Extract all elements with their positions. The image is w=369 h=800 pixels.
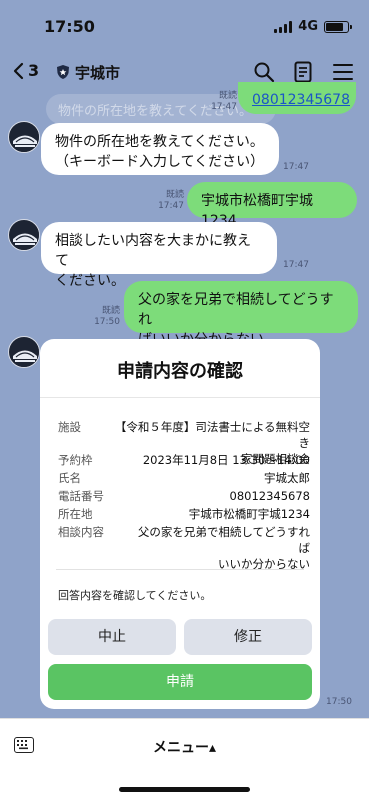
message-line: 物件の所在地を教えてください。 xyxy=(55,134,264,150)
submit-button[interactable]: 申請 xyxy=(48,664,312,700)
read-receipt: 既読 xyxy=(165,190,184,200)
menu-toggle[interactable]: メニュー▴ xyxy=(0,737,369,757)
back-count: 3 xyxy=(28,61,40,80)
message-line: 父の家を兄弟で相続してどうすれ xyxy=(138,292,334,328)
detail-row-location: 所在地 宇城市松橋町宇城1234 xyxy=(58,506,310,522)
incoming-bubble: 相談したい内容を大まかに教えて ください。 xyxy=(41,222,277,289)
message-meta: 既読 17:50 xyxy=(94,306,120,328)
detail-value-line: 【令和５年度】司法書士による無料空き xyxy=(114,420,310,450)
detail-label: 施設 xyxy=(58,420,81,434)
city-logo-icon xyxy=(10,123,39,152)
back-button[interactable]: 3 xyxy=(12,61,39,80)
search-icon[interactable] xyxy=(253,61,275,83)
message-meta: 既読 17:47 xyxy=(205,91,237,113)
avatar[interactable] xyxy=(8,336,40,368)
read-receipt: 既読 xyxy=(101,306,120,316)
message-time: 17:50 xyxy=(94,317,120,327)
signal-icon xyxy=(274,20,293,33)
read-receipt: 既読 xyxy=(218,91,237,101)
shield-icon xyxy=(57,65,69,79)
network-type: 4G xyxy=(298,19,318,34)
battery-icon xyxy=(324,20,352,33)
detail-label: 予約枠 xyxy=(58,453,93,467)
hamburger-menu-icon[interactable] xyxy=(333,63,353,81)
divider xyxy=(56,569,304,570)
notes-icon[interactable] xyxy=(294,61,312,83)
message-time: 17:47 xyxy=(283,162,309,172)
detail-value-line: 父の家を兄弟で相続してどうすれば xyxy=(137,525,310,555)
message-meta: 既読 17:47 xyxy=(156,190,184,212)
message-time: 17:50 xyxy=(326,697,352,707)
chevron-left-icon xyxy=(13,62,24,79)
detail-label: 相談内容 xyxy=(58,525,104,539)
status-bar: 17:50 4G xyxy=(0,0,369,50)
incoming-bubble: 物件の所在地を教えてください。 （キーボード入力してください） xyxy=(41,123,279,175)
bottom-bar: メニュー▴ xyxy=(0,718,369,800)
divider xyxy=(40,397,320,398)
avatar[interactable] xyxy=(8,219,40,251)
detail-label: 所在地 xyxy=(58,507,93,521)
message-time: 17:47 xyxy=(283,260,309,270)
message-time: 17:47 xyxy=(158,201,184,211)
avatar[interactable] xyxy=(8,121,40,153)
confirmation-card: 申請内容の確認 施設 【令和５年度】司法書士による無料空き 家問題相談会 予約枠… xyxy=(40,339,320,709)
detail-row-name: 氏名 宇城太郎 xyxy=(58,470,310,486)
detail-row-phone: 電話番号 08012345678 xyxy=(58,488,310,504)
city-logo-icon xyxy=(10,221,39,250)
detail-row-consultation: 相談内容 父の家を兄弟で相続してどうすれば いいか分からない xyxy=(58,524,310,571)
detail-row-facility: 施設 【令和５年度】司法書士による無料空き 家問題相談会 xyxy=(58,419,310,466)
message-line: （キーボード入力してください） xyxy=(55,154,265,170)
outgoing-bubble: 父の家を兄弟で相続してどうすれ ばいいか分からない xyxy=(124,281,358,348)
card-title: 申請内容の確認 xyxy=(117,361,243,382)
detail-value: 08012345678 xyxy=(229,489,310,503)
message-line: 相談したい内容を大まかに教えて xyxy=(55,233,251,269)
status-indicators: 4G xyxy=(274,19,352,34)
status-time: 17:50 xyxy=(44,17,95,36)
detail-value: 父の家を兄弟で相続してどうすれば いいか分からない xyxy=(130,524,310,572)
message-time: 17:47 xyxy=(211,102,237,112)
detail-value: 宇城市松橋町宇城1234 xyxy=(188,507,310,521)
detail-value: 宇城太郎 xyxy=(264,471,310,485)
room-name: 宇城市 xyxy=(75,64,121,82)
cancel-button[interactable]: 中止 xyxy=(48,619,176,655)
edit-button[interactable]: 修正 xyxy=(184,619,312,655)
outgoing-bubble: 08012345678 xyxy=(238,82,356,114)
detail-label: 電話番号 xyxy=(58,489,104,503)
detail-value: 2023年11月8日 13:30～14:00 xyxy=(142,453,310,467)
detail-row-slot: 予約枠 2023年11月8日 13:30～14:00 xyxy=(58,452,310,468)
phone-link[interactable]: 08012345678 xyxy=(252,92,350,108)
confirm-instruction: 回答内容を確認してください。 xyxy=(58,589,212,602)
city-logo-icon xyxy=(10,338,39,367)
home-indicator xyxy=(119,787,250,792)
outgoing-bubble: 宇城市松橋町宇城1234 xyxy=(187,182,357,229)
detail-label: 氏名 xyxy=(58,471,81,485)
